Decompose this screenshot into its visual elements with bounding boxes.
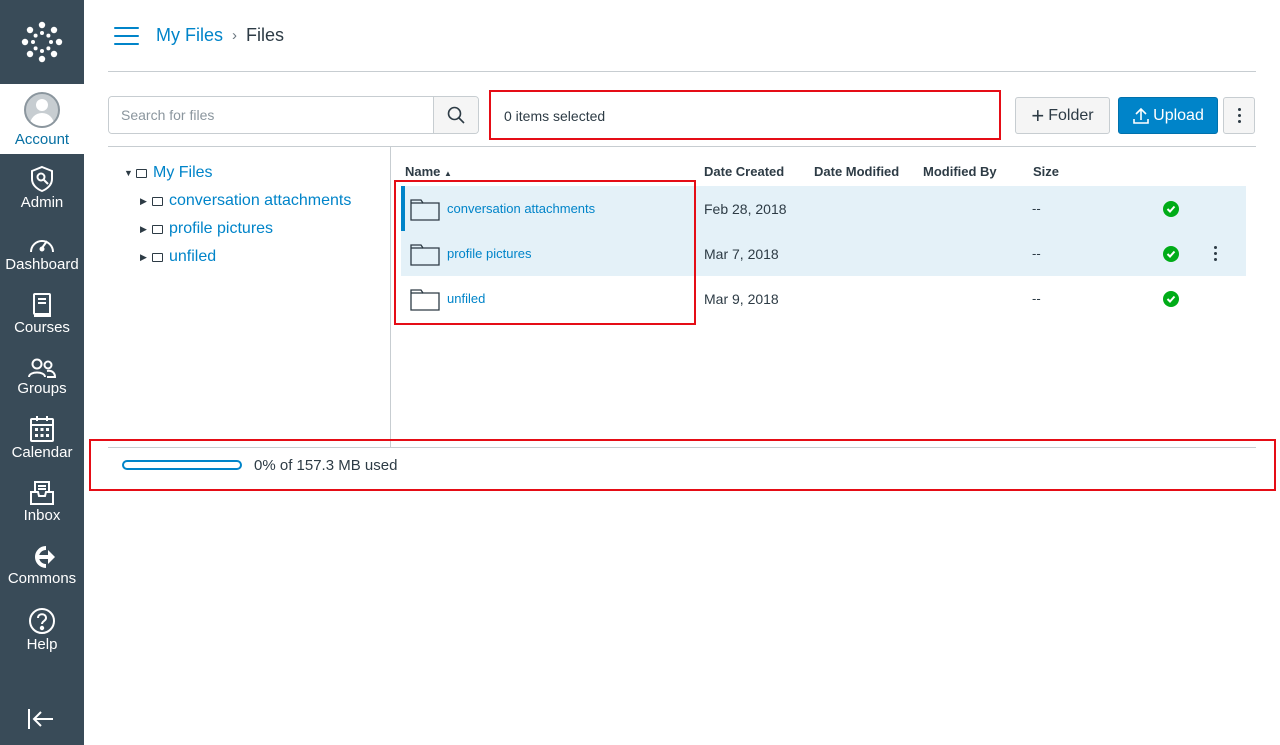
column-header-modified-by[interactable]: Modified By <box>923 164 997 179</box>
folder-icon <box>152 224 163 234</box>
tree-item-unfiled[interactable]: ▶ unfiled <box>140 248 216 266</box>
inbox-icon <box>30 481 54 505</box>
file-size: -- <box>1032 201 1041 216</box>
caret-right-icon[interactable]: ▶ <box>140 224 152 235</box>
toolbar-divider <box>108 146 1256 147</box>
calendar-icon <box>30 416 54 442</box>
nav-item-inbox[interactable]: Inbox <box>0 480 84 524</box>
published-check-icon[interactable] <box>1163 246 1179 262</box>
nav-item-label: Dashboard <box>5 256 79 273</box>
nav-item-dashboard[interactable]: Dashboard <box>0 233 84 273</box>
canvas-logo-icon[interactable] <box>0 0 84 84</box>
breadcrumb-my-files-link[interactable]: My Files <box>156 25 223 46</box>
search-icon <box>447 106 465 124</box>
commons-icon <box>35 546 55 568</box>
nav-item-admin[interactable]: Admin <box>0 165 84 211</box>
tree-divider <box>390 147 391 447</box>
tree-item-profile-pictures[interactable]: ▶ profile pictures <box>140 220 273 238</box>
tree-item-conversation-attachments[interactable]: ▶ conversation attachments <box>140 192 351 210</box>
nav-account-label: Account <box>14 131 70 148</box>
items-selected-status: 0 items selected <box>504 108 606 124</box>
annotation-highlight-folders <box>394 180 696 325</box>
column-header-name[interactable]: Name ▲ <box>405 164 452 179</box>
more-options-button[interactable] <box>1223 97 1255 134</box>
tree-item-label[interactable]: My Files <box>153 164 213 182</box>
menu-toggle-icon[interactable] <box>114 27 139 45</box>
global-nav: Account Admin Dashboard Courses Groups C… <box>0 0 84 745</box>
help-icon <box>29 608 55 634</box>
row-more-options-icon[interactable] <box>1212 245 1218 262</box>
nav-item-label: Groups <box>17 380 67 397</box>
tree-item-label[interactable]: profile pictures <box>169 220 273 238</box>
storage-usage-text: 0% of 157.3 MB used <box>254 457 398 474</box>
caret-right-icon[interactable]: ▶ <box>140 196 152 207</box>
nav-item-groups[interactable]: Groups <box>0 357 84 397</box>
search-button[interactable] <box>433 97 478 133</box>
nav-item-calendar[interactable]: Calendar <box>0 415 84 461</box>
nav-item-label: Inbox <box>23 507 61 524</box>
upload-label: Upload <box>1153 106 1204 124</box>
nav-item-label: Commons <box>7 570 77 587</box>
tree-item-label[interactable]: conversation attachments <box>169 192 351 210</box>
nav-item-label: Admin <box>20 194 64 211</box>
nav-item-courses[interactable]: Courses <box>0 292 84 336</box>
upload-button[interactable]: Upload <box>1118 97 1218 134</box>
breadcrumb: My Files › Files <box>156 25 284 46</box>
column-header-size[interactable]: Size <box>1033 164 1059 179</box>
caret-right-icon[interactable]: ▶ <box>140 252 152 263</box>
nav-item-label: Courses <box>14 319 70 336</box>
column-header-date-modified[interactable]: Date Modified <box>814 164 899 179</box>
admin-icon <box>31 165 53 193</box>
column-header-date-created[interactable]: Date Created <box>704 164 784 179</box>
folder-icon <box>136 168 147 178</box>
tree-item-my-files[interactable]: ▼ My Files <box>124 164 213 182</box>
nav-item-label: Calendar <box>11 444 73 461</box>
add-folder-button[interactable]: + Folder <box>1015 97 1110 134</box>
published-check-icon[interactable] <box>1163 291 1179 307</box>
date-created: Mar 9, 2018 <box>704 291 779 307</box>
avatar <box>24 92 60 128</box>
search-box <box>108 96 479 134</box>
groups-icon <box>28 358 57 378</box>
file-size: -- <box>1032 246 1041 261</box>
file-size: -- <box>1032 291 1041 306</box>
folder-icon <box>152 252 163 262</box>
nav-item-label: Help <box>26 636 58 653</box>
sort-ascending-icon: ▲ <box>444 169 452 178</box>
date-created: Mar 7, 2018 <box>704 246 779 262</box>
courses-icon <box>33 293 51 317</box>
breadcrumb-current: Files <box>246 25 285 45</box>
folder-icon <box>152 196 163 206</box>
tree-item-label[interactable]: unfiled <box>169 248 216 266</box>
storage-usage-bar <box>122 460 242 470</box>
nav-item-commons[interactable]: Commons <box>0 545 84 587</box>
published-check-icon[interactable] <box>1163 201 1179 217</box>
collapse-nav-icon[interactable] <box>26 706 56 737</box>
date-created: Feb 28, 2018 <box>704 201 787 217</box>
chevron-right-icon: › <box>232 27 237 44</box>
upload-icon <box>1133 107 1149 124</box>
caret-down-icon[interactable]: ▼ <box>124 168 136 178</box>
search-input[interactable] <box>109 97 433 133</box>
nav-account[interactable]: Account <box>0 84 84 154</box>
add-folder-label: Folder <box>1048 106 1094 124</box>
plus-icon: + <box>1031 102 1045 128</box>
header-divider <box>108 71 1256 72</box>
dashboard-icon <box>30 240 54 253</box>
nav-item-help[interactable]: Help <box>0 607 84 653</box>
